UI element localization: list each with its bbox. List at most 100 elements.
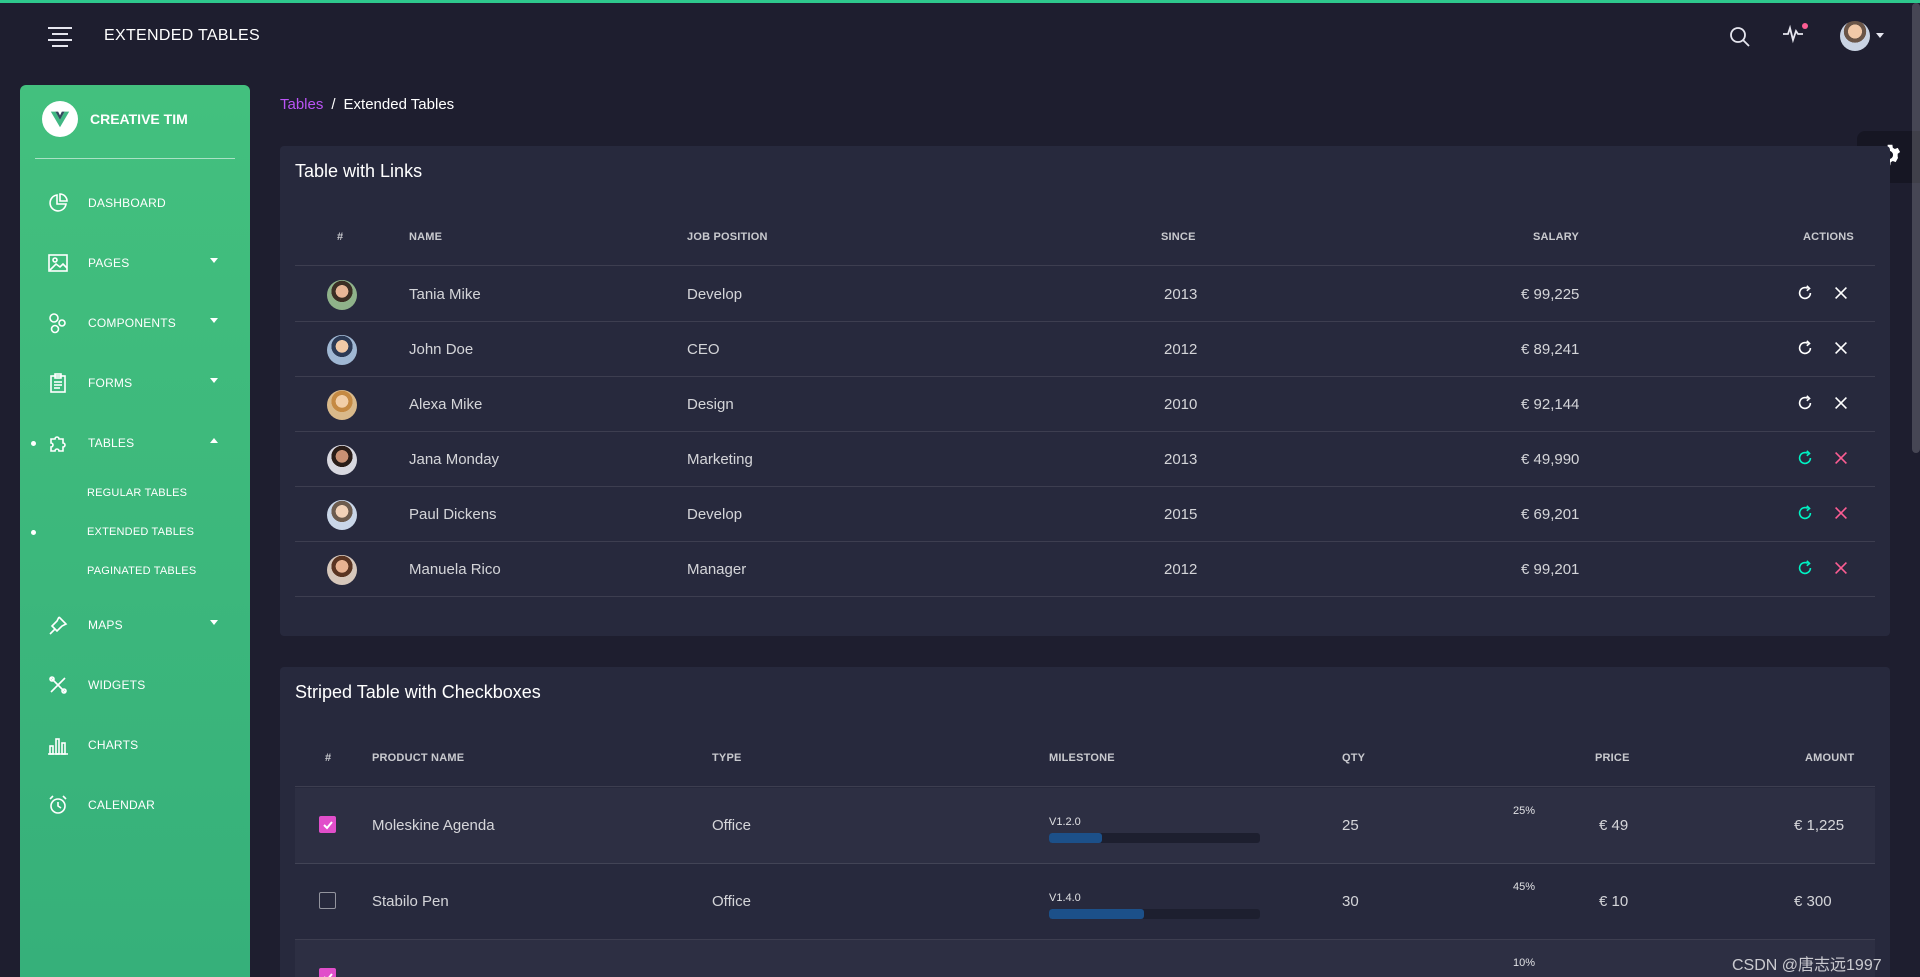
scrollbar[interactable] <box>1912 3 1920 453</box>
sidebar-item-tables[interactable]: TABLES <box>20 423 250 463</box>
sidebar-item-components[interactable]: COMPONENTS <box>20 303 250 343</box>
cell-since: 2010 <box>1164 396 1198 413</box>
cell-job-position: Develop <box>687 506 743 523</box>
column-header-index: # <box>325 752 332 764</box>
menu-toggle-icon[interactable] <box>48 27 72 47</box>
sidebar-item-label: FORMS <box>88 376 133 390</box>
sidebar-item-label: PAGES <box>88 256 130 270</box>
alarm-clock-icon <box>46 793 70 817</box>
avatar <box>327 445 357 475</box>
table-header: # NAME JOB POSITION SINCE SALARY ACTIONS <box>295 206 1875 266</box>
column-header-job-position: JOB POSITION <box>687 231 768 243</box>
column-header-index: # <box>337 231 344 243</box>
sidebar-subitem-label: REGULAR TABLES <box>87 487 188 499</box>
cell-product-name: Moleskine Agenda <box>372 817 495 834</box>
cell-job-position: Manager <box>687 561 747 578</box>
column-header-since: SINCE <box>1161 231 1196 243</box>
progress-percent: 25% <box>1513 805 1536 817</box>
cell-salary: € 99,201 <box>1521 561 1580 578</box>
cell-since: 2015 <box>1164 506 1198 523</box>
avatar <box>327 280 357 310</box>
sidebar-subitem-label: EXTENDED TABLES <box>87 526 195 538</box>
cell-qty: 30 <box>1342 893 1359 910</box>
sidebar-item-charts[interactable]: CHARTS <box>20 725 250 765</box>
sidebar-subitem-regular-tables[interactable]: REGULAR TABLES <box>20 479 250 507</box>
column-header-qty: QTY <box>1342 752 1366 764</box>
milestone-version: V1.4.0 <box>1049 892 1081 904</box>
sidebar-item-dashboard[interactable]: DASHBOARD <box>20 183 250 223</box>
cell-type: Office <box>712 817 751 834</box>
cell-job-position: Design <box>687 396 734 413</box>
row-checkbox[interactable] <box>319 892 336 909</box>
cell-amount: € 1,225 <box>1794 817 1845 834</box>
clipboard-icon <box>46 371 70 395</box>
sidebar-item-label: CALENDAR <box>88 798 155 812</box>
row-checkbox[interactable] <box>319 968 336 977</box>
close-icon[interactable] <box>1832 504 1852 524</box>
user-avatar[interactable] <box>1840 21 1870 51</box>
table-row: Paul Dickens Develop 2015 € 69,201 <box>295 487 1875 542</box>
table-row: 10% <box>295 940 1875 977</box>
progress-bar <box>1049 833 1260 843</box>
sidebar-item-calendar[interactable]: CALENDAR <box>20 785 250 825</box>
cell-job-position: CEO <box>687 341 720 358</box>
close-icon[interactable] <box>1832 559 1852 579</box>
sidebar-item-label: COMPONENTS <box>88 316 177 330</box>
sidebar-item-label: CHARTS <box>88 738 139 752</box>
chart-pie-icon <box>46 191 70 215</box>
molecule-icon <box>46 311 70 335</box>
refresh-icon[interactable] <box>1796 449 1816 469</box>
table-row: Manuela Rico Manager 2012 € 99,201 <box>295 542 1875 597</box>
breadcrumb-link-tables[interactable]: Tables <box>280 96 323 113</box>
sidebar-item-pages[interactable]: PAGES <box>20 243 250 283</box>
chevron-down-icon <box>210 258 218 263</box>
sidebar-item-maps[interactable]: MAPS <box>20 605 250 645</box>
search-icon[interactable] <box>1728 25 1752 49</box>
cell-job-position: Marketing <box>687 451 753 468</box>
refresh-icon[interactable] <box>1796 394 1816 414</box>
refresh-icon[interactable] <box>1796 504 1816 524</box>
close-icon[interactable] <box>1832 284 1852 304</box>
table-row: Alexa Mike Design 2010 € 92,144 <box>295 377 1875 432</box>
cell-qty: 25 <box>1342 817 1359 834</box>
table-row: Jana Monday Marketing 2013 € 49,990 <box>295 432 1875 487</box>
avatar <box>327 390 357 420</box>
close-icon[interactable] <box>1832 449 1852 469</box>
divider <box>35 158 235 159</box>
sidebar-subitem-extended-tables[interactable]: EXTENDED TABLES <box>20 518 250 546</box>
bar-chart-icon <box>46 733 70 757</box>
settings-tool-icon <box>46 673 70 697</box>
sidebar-subitem-label: PAGINATED TABLES <box>87 565 197 577</box>
image-icon <box>46 251 70 275</box>
table-row: Stabilo Pen Office V1.4.0 45% 30 € 10 € 300 <box>295 864 1875 940</box>
breadcrumb-current: Extended Tables <box>343 96 455 113</box>
brand[interactable]: CREATIVE TIM <box>42 101 188 137</box>
chevron-down-icon[interactable] <box>1876 33 1884 38</box>
activity-icon[interactable] <box>1782 23 1808 47</box>
cell-amount: € 300 <box>1794 893 1832 910</box>
cell-name: Paul Dickens <box>409 506 497 523</box>
sidebar-item-label: MAPS <box>88 618 123 632</box>
row-checkbox[interactable] <box>319 816 336 833</box>
progress-fill <box>1049 833 1102 843</box>
close-icon[interactable] <box>1832 394 1852 414</box>
cell-price: € 10 <box>1599 893 1629 910</box>
refresh-icon[interactable] <box>1796 284 1816 304</box>
cell-name: Jana Monday <box>409 451 500 468</box>
refresh-icon[interactable] <box>1796 559 1816 579</box>
vue-logo-icon <box>42 101 78 137</box>
cell-salary: € 92,144 <box>1521 396 1580 413</box>
breadcrumb-separator: / <box>331 96 336 113</box>
cell-salary: € 99,225 <box>1521 286 1580 303</box>
sidebar-subitem-paginated-tables[interactable]: PAGINATED TABLES <box>20 557 250 585</box>
refresh-icon[interactable] <box>1796 339 1816 359</box>
sidebar-item-widgets[interactable]: WIDGETS <box>20 665 250 705</box>
cell-name: Manuela Rico <box>409 561 501 578</box>
table-row: Tania Mike Develop 2013 € 99,225 <box>295 267 1875 322</box>
cell-since: 2012 <box>1164 561 1198 578</box>
active-dot <box>31 440 36 446</box>
close-icon[interactable] <box>1832 339 1852 359</box>
column-header-amount: AMOUNT <box>1805 752 1855 764</box>
card-title: Striped Table with Checkboxes <box>295 682 541 702</box>
sidebar-item-forms[interactable]: FORMS <box>20 363 250 403</box>
